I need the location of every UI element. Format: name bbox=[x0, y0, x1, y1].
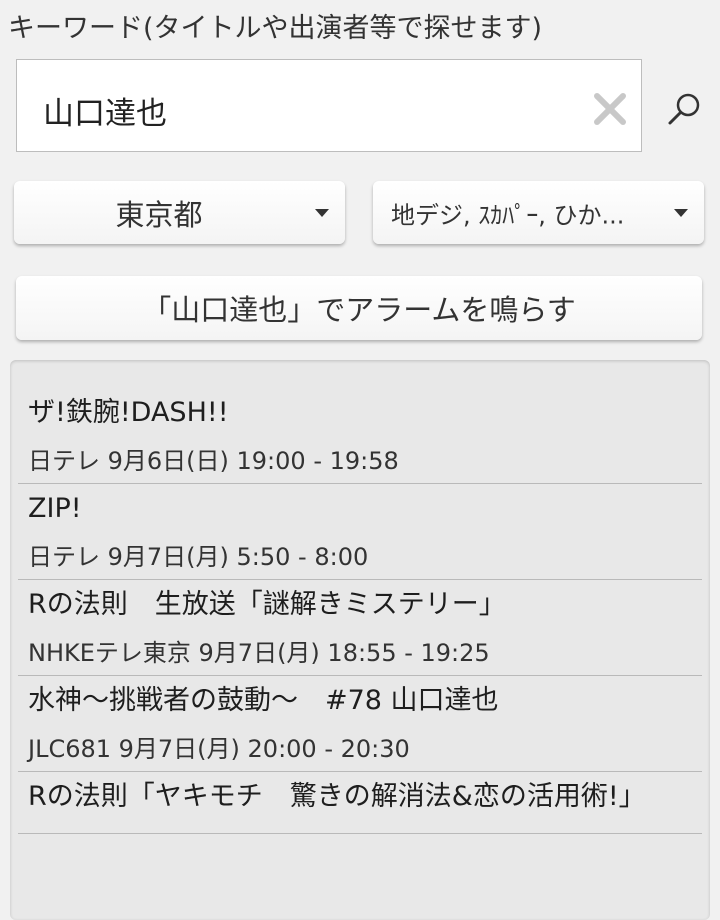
broadcast-source-select[interactable]: 地デジ, ｽｶﾊﾟｰ, ひか... bbox=[373, 181, 704, 244]
search-input[interactable]: 山口達也 bbox=[16, 59, 642, 152]
result-item[interactable]: 水神～挑戦者の鼓動～ #78 山口達也 JLC681 9月7日(月) 20:00… bbox=[18, 676, 702, 772]
search-input-value[interactable]: 山口達也 bbox=[43, 88, 167, 133]
result-title: 水神～挑戦者の鼓動～ #78 山口達也 bbox=[28, 685, 499, 716]
result-item[interactable]: ザ!鉄腕!DASH!! 日テレ 9月6日(日) 19:00 - 19:58 bbox=[18, 388, 702, 484]
result-title: Rの法則「ヤキモチ 驚きの解消法&恋の活用術!」 bbox=[28, 781, 646, 812]
result-item[interactable]: ZIP! 日テレ 9月7日(月) 5:50 - 8:00 bbox=[18, 484, 702, 580]
keyword-label: キーワード(タイトルや出演者等で探せます) bbox=[8, 13, 543, 44]
result-meta: 日テレ 9月7日(月) 5:50 - 8:00 bbox=[28, 543, 369, 571]
broadcast-source-select-value: 地デジ, ｽｶﾊﾟｰ, ひか... bbox=[391, 201, 625, 229]
result-meta: 日テレ 9月6日(日) 19:00 - 19:58 bbox=[28, 447, 399, 475]
search-results-list: ザ!鉄腕!DASH!! 日テレ 9月6日(日) 19:00 - 19:58 ZI… bbox=[10, 360, 710, 834]
search-icon[interactable] bbox=[666, 90, 704, 128]
chevron-down-icon bbox=[674, 209, 688, 217]
clear-icon[interactable] bbox=[593, 92, 627, 126]
result-item[interactable]: Rの法則 生放送「謎解きミステリー」 NHKEテレ東京 9月7日(月) 18:5… bbox=[18, 580, 702, 676]
set-alarm-button[interactable]: 「山口達也」でアラームを鳴らす bbox=[16, 276, 702, 340]
result-title: ザ!鉄腕!DASH!! bbox=[28, 397, 229, 428]
result-meta: JLC681 9月7日(月) 20:00 - 20:30 bbox=[28, 735, 410, 763]
result-title: Rの法則 生放送「謎解きミステリー」 bbox=[28, 589, 506, 620]
set-alarm-button-label: 「山口達也」でアラームを鳴らす bbox=[142, 293, 576, 327]
search-results-panel: ザ!鉄腕!DASH!! 日テレ 9月6日(日) 19:00 - 19:58 ZI… bbox=[10, 360, 710, 920]
result-title: ZIP! bbox=[28, 493, 82, 524]
prefecture-select[interactable]: 東京都 bbox=[14, 181, 345, 244]
chevron-down-icon bbox=[315, 209, 329, 217]
prefecture-select-value: 東京都 bbox=[115, 197, 203, 232]
result-meta: NHKEテレ東京 9月7日(月) 18:55 - 19:25 bbox=[28, 639, 490, 667]
result-item[interactable]: Rの法則「ヤキモチ 驚きの解消法&恋の活用術!」 bbox=[18, 772, 702, 834]
